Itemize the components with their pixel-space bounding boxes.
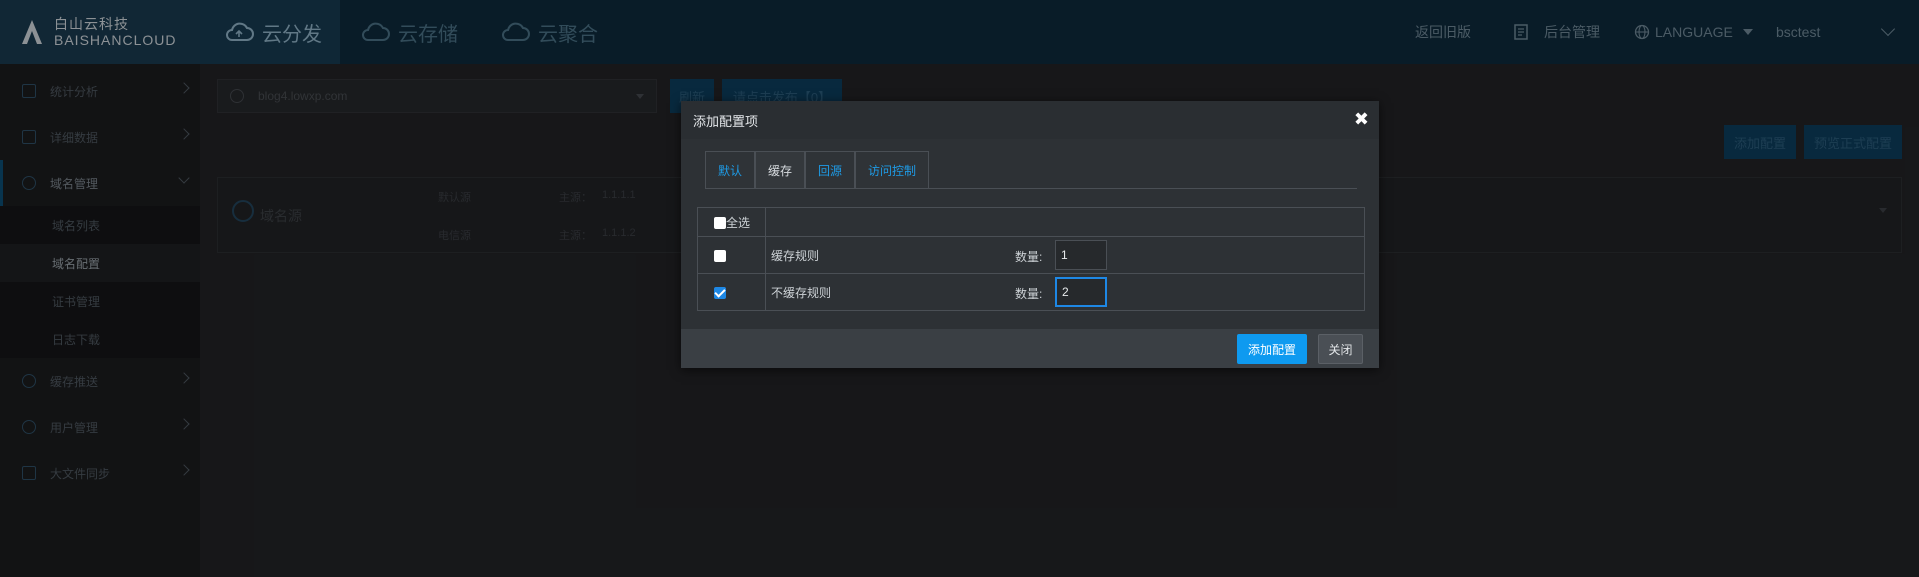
close-button[interactable]: 关闭 <box>1318 334 1363 364</box>
tab-origin[interactable]: 回源 <box>805 151 856 189</box>
tab-label: 缓存 <box>768 164 793 178</box>
row-content-cell: 缓存规则 数量: <box>765 236 1365 274</box>
close-icon[interactable]: ✖ <box>1354 110 1369 128</box>
tab-label: 回源 <box>818 164 843 178</box>
table-header-row: 全选 <box>697 207 1365 237</box>
rule-name: 不缓存规则 <box>771 285 832 300</box>
quantity-input[interactable] <box>1055 240 1107 270</box>
dialog-header: 添加配置项 ✖ <box>681 101 1379 139</box>
dialog-title: 添加配置项 <box>693 113 759 129</box>
table-header-spacer <box>765 207 1365 237</box>
dialog-footer: 添加配置 关闭 <box>681 329 1379 368</box>
tab-label: 访问控制 <box>868 164 917 178</box>
tab-default[interactable]: 默认 <box>705 151 756 189</box>
close-button-label: 关闭 <box>1328 342 1353 357</box>
table-row: 缓存规则 数量: <box>697 236 1365 274</box>
select-all-label: 全选 <box>726 215 751 230</box>
tab-access-control[interactable]: 访问控制 <box>855 151 930 189</box>
dialog-body: 默认 缓存 回源 访问控制 全选 缓存规则 数量: 1 不缓存规则 数量: 2 <box>681 139 1379 329</box>
tab-label: 默认 <box>718 164 743 178</box>
add-config-dialog: 添加配置项 ✖ 默认 缓存 回源 访问控制 全选 缓存规则 数量: 1 不缓存规… <box>681 101 1379 368</box>
config-items-table: 全选 缓存规则 数量: 不缓存规则 <box>697 207 1365 311</box>
rule-name: 缓存规则 <box>771 248 820 263</box>
confirm-button-label: 添加配置 <box>1247 342 1296 357</box>
tab-cache[interactable]: 缓存 <box>755 151 806 189</box>
row-check-cell <box>697 273 766 311</box>
quantity-label: 数量: <box>1015 250 1043 264</box>
add-config-confirm-button[interactable]: 添加配置 <box>1237 334 1307 364</box>
row-check-cell <box>697 236 766 274</box>
row-content-cell: 不缓存规则 数量: <box>765 273 1365 311</box>
quantity-input[interactable] <box>1055 277 1107 307</box>
select-all-checkbox[interactable] <box>714 217 726 230</box>
row-checkbox[interactable] <box>714 286 726 299</box>
tabs-divider <box>705 188 1357 189</box>
quantity-label: 数量: <box>1015 287 1043 301</box>
select-all-cell: 全选 <box>697 207 766 237</box>
table-row: 不缓存规则 数量: <box>697 273 1365 311</box>
config-tabs: 默认 缓存 回源 访问控制 <box>705 151 930 189</box>
row-checkbox[interactable] <box>714 249 726 262</box>
